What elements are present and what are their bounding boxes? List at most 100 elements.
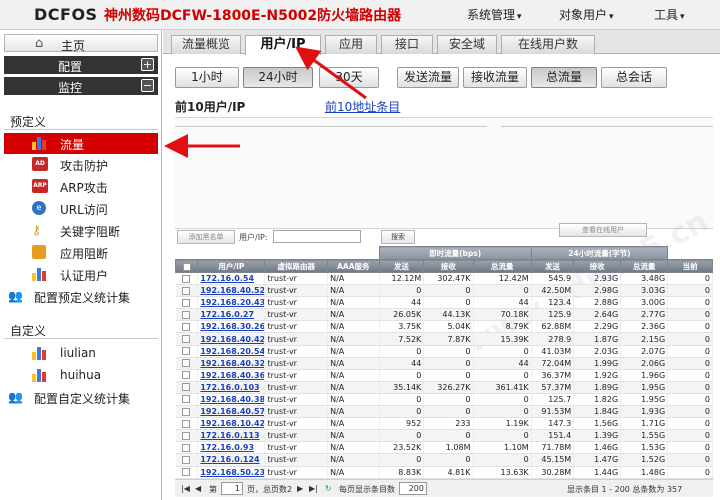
col-24h-receive[interactable]: 接收 (573, 259, 622, 273)
col-24h-send[interactable]: 发送 (530, 259, 575, 273)
col-aaa-service[interactable]: AAA服务 (327, 259, 380, 273)
tab-security-zone[interactable]: 安全域 (437, 35, 497, 54)
per-page-select[interactable]: 200 (399, 482, 427, 495)
range-30d-button[interactable]: 30天 (319, 67, 379, 88)
cell-user-ip-link[interactable]: 172.16.0.27 (197, 308, 266, 322)
cell-user-ip-link[interactable]: 192.168.40.42 (197, 332, 266, 346)
table-row[interactable]: 192.168.40.32 trust-vr N/A 44 0 44 72.04M 1.99G… (175, 357, 713, 370)
sidebar-home[interactable]: ⌂ 主页 (4, 34, 158, 53)
table-row[interactable]: 192.168.40.38 trust-vr N/A 0 0 0 125.7 1.82G 1.9… (175, 393, 713, 407)
table-row[interactable]: 172.16.0.54 trust-vr N/A 12.12M 302.47K 12.42… (175, 272, 713, 286)
col-24h-total[interactable]: 总流量 (620, 259, 669, 273)
sidebar-item-traffic[interactable]: 流量 (4, 133, 158, 154)
cell-user-ip-link[interactable]: 192.168.10.42 (197, 417, 266, 431)
refresh-icon[interactable]: ↻ (325, 484, 332, 493)
first-page-icon[interactable]: |◀ (181, 484, 190, 493)
sidebar-item-auth-users[interactable]: 认证用户 (4, 264, 158, 285)
table-row[interactable]: 192.168.40.36 trust-vr N/A 0 0 0 36.37M 1.92G 1.… (175, 369, 713, 382)
row-checkbox[interactable] (175, 429, 199, 443)
search-button[interactable]: 搜索 (381, 230, 415, 244)
table-row[interactable]: 172.16.0.103 trust-vr N/A 35.14K 326.27K 361.… (175, 381, 713, 394)
col-current[interactable]: 当前 (667, 259, 713, 273)
cell-user-ip-link[interactable]: 172.16.0.124 (197, 453, 266, 467)
table-row[interactable]: 192.168.10.42 trust-vr N/A 952 233 1.19K 147.3… (175, 417, 713, 431)
cell-user-ip-link[interactable]: 172.16.0.54 (197, 272, 266, 286)
last-page-icon[interactable]: ▶| (309, 484, 318, 493)
cell-user-ip-link[interactable]: 172.16.0.103 (197, 381, 266, 394)
table-row[interactable]: 192.168.20.54 trust-vr N/A 0 0 0 41.03M 2.03G 2.… (175, 345, 713, 358)
cell-user-ip-link[interactable]: 192.168.40.32 (197, 357, 266, 370)
row-checkbox[interactable] (175, 332, 199, 346)
sidebar-item-config-predefined[interactable]: 👥 配置预定义统计集 (4, 286, 158, 307)
add-blacklist-button[interactable]: 添加黑名单 (177, 230, 235, 244)
user-ip-input[interactable] (273, 230, 361, 243)
tab-application[interactable]: 应用 (325, 35, 377, 54)
cell-user-ip-link[interactable]: 192.168.30.26 (197, 320, 266, 334)
sidebar-item-config-custom[interactable]: 👥 配置自定义统计集 (4, 387, 158, 408)
row-checkbox[interactable] (175, 393, 199, 407)
menu-tools[interactable]: 工具 ▾ (654, 6, 685, 23)
prev-page-icon[interactable]: ◀ (195, 484, 201, 493)
total-sessions-button[interactable]: 总会话 (601, 67, 667, 88)
sidebar-section-monitor[interactable]: 监控 − (4, 77, 158, 95)
collapse-icon[interactable]: − (141, 79, 154, 92)
tab-user-ip[interactable]: 用户/IP (245, 35, 321, 55)
top10-address-link[interactable]: 前10地址条目 (325, 98, 400, 115)
range-1h-button[interactable]: 1小时 (175, 67, 239, 88)
sidebar-item-attack-protection[interactable]: AD 攻击防护 (4, 154, 158, 175)
row-checkbox[interactable] (175, 320, 199, 334)
menu-objects-users[interactable]: 对象用户 ▾ (559, 6, 614, 23)
table-row[interactable]: 172.16.0.27 trust-vr N/A 26.05K 44.13K 70.18K… (175, 308, 713, 322)
table-row[interactable]: 192.168.40.57 trust-vr N/A 0 0 0 91.53M 1.84G 1.… (175, 405, 713, 419)
row-checkbox[interactable] (175, 466, 199, 479)
row-checkbox[interactable] (175, 417, 199, 431)
cell-user-ip-link[interactable]: 192.168.40.52 (197, 284, 266, 298)
cell-user-ip-link[interactable]: 192.168.40.36 (197, 369, 266, 382)
sidebar-item-keyword-block[interactable]: ⚷ 关键字阻断 (4, 220, 158, 241)
sidebar-item-huihua[interactable]: huihua (4, 365, 158, 386)
tab-online-users[interactable]: 在线用户数 (501, 35, 595, 54)
sidebar-item-app-block[interactable]: 应用阻断 (4, 242, 158, 263)
col-rt-receive[interactable]: 接收 (423, 259, 474, 273)
table-row[interactable]: 172.16.0.124 trust-vr N/A 0 0 0 45.15M 1.47G 1.5… (175, 453, 713, 467)
cell-user-ip-link[interactable]: 192.168.50.23 (197, 466, 266, 479)
cell-user-ip-link[interactable]: 172.16.0.93 (197, 441, 266, 455)
table-row[interactable]: 172.16.0.113 trust-vr N/A 0 0 0 151.4 1.39G 1.55… (175, 429, 713, 443)
sidebar-section-config[interactable]: 配置 + (4, 56, 158, 74)
send-traffic-button[interactable]: 发送流量 (397, 67, 459, 88)
select-all-checkbox[interactable] (174, 259, 199, 273)
row-checkbox[interactable] (175, 345, 199, 358)
table-row[interactable]: 172.16.0.93 trust-vr N/A 23.52K 1.08M 1.10M 71… (175, 441, 713, 455)
row-checkbox[interactable] (175, 296, 199, 310)
online-users-button[interactable]: 查看在线用户 (559, 223, 647, 237)
row-checkbox[interactable] (175, 272, 199, 286)
receive-traffic-button[interactable]: 接收流量 (463, 67, 527, 88)
row-checkbox[interactable] (175, 381, 199, 394)
col-virtual-router[interactable]: 虚拟路由器 (264, 259, 329, 273)
col-user-ip[interactable]: 用户/IP (197, 259, 266, 273)
table-row[interactable]: 192.168.50.23 trust-vr N/A 8.83K 4.81K 13.63K… (175, 466, 713, 479)
row-checkbox[interactable] (175, 453, 199, 467)
total-traffic-button[interactable]: 总流量 (531, 67, 597, 88)
cell-user-ip-link[interactable]: 192.168.20.54 (197, 345, 266, 358)
cell-user-ip-link[interactable]: 192.168.20.43 (197, 296, 266, 310)
row-checkbox[interactable] (175, 284, 199, 298)
cell-user-ip-link[interactable]: 192.168.40.57 (197, 405, 266, 419)
table-row[interactable]: 192.168.20.43 trust-vr N/A 44 0 44 123.4 2.88G 3… (175, 296, 713, 310)
next-page-icon[interactable]: ▶ (297, 484, 303, 493)
sidebar-item-url-access[interactable]: e URL访问 (4, 198, 158, 219)
cell-user-ip-link[interactable]: 192.168.40.38 (197, 393, 266, 407)
cell-user-ip-link[interactable]: 172.16.0.113 (197, 429, 266, 443)
tab-interface[interactable]: 接口 (381, 35, 433, 54)
table-row[interactable]: 192.168.40.42 trust-vr N/A 7.52K 7.87K 15.39K… (175, 332, 713, 346)
sidebar-item-arp-attack[interactable]: ARP ARP攻击 (4, 176, 158, 197)
expand-icon[interactable]: + (141, 58, 154, 71)
page-number-input[interactable]: 1 (221, 482, 243, 495)
col-rt-send[interactable]: 发送 (378, 259, 425, 273)
sidebar-item-liulian[interactable]: liulian (4, 343, 158, 364)
col-rt-total[interactable]: 总流量 (472, 259, 532, 273)
menu-system[interactable]: 系统管理 ▾ (467, 6, 522, 23)
row-checkbox[interactable] (175, 441, 199, 455)
row-checkbox[interactable] (175, 308, 199, 322)
table-row[interactable]: 192.168.30.26 trust-vr N/A 3.75K 5.04K 8.79K 6… (175, 320, 713, 334)
